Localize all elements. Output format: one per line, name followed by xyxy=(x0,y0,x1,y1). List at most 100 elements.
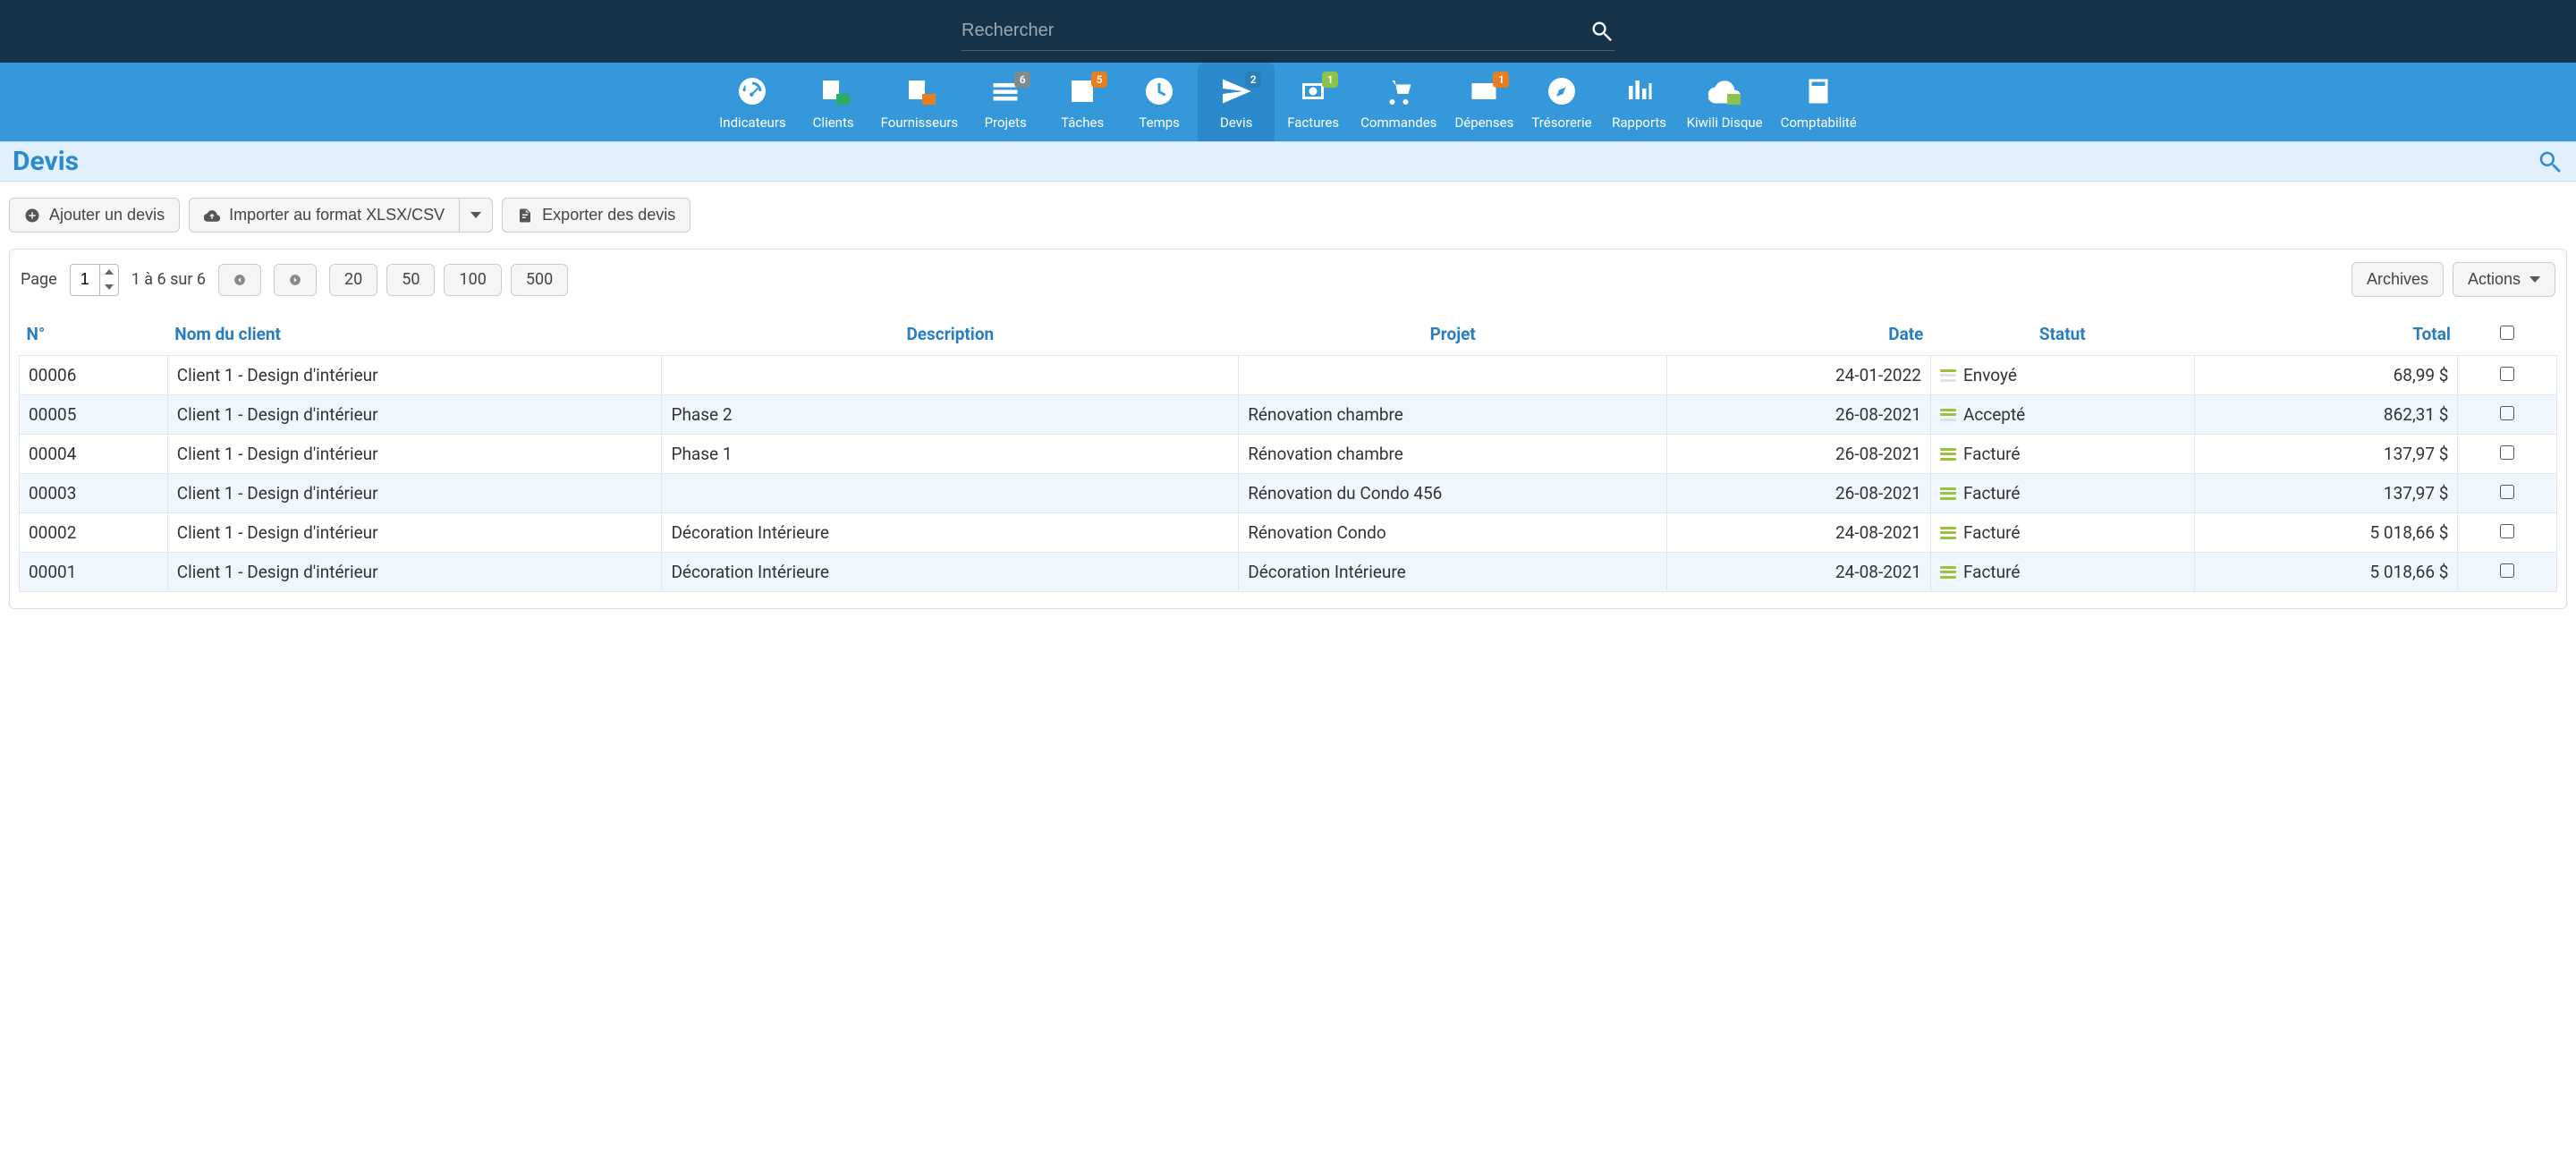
cell-status: Facturé xyxy=(1930,513,2194,553)
page-size-50[interactable]: 50 xyxy=(386,264,435,296)
cell-desc xyxy=(662,474,1239,513)
export-button[interactable]: Exporter des devis xyxy=(502,198,691,233)
status-bars-icon xyxy=(1940,527,1956,539)
table-row[interactable]: 00001Client 1 - Design d'intérieurDécora… xyxy=(20,553,2557,592)
page-label: Page xyxy=(21,270,57,289)
cell-total: 5 018,66 $ xyxy=(2194,513,2458,553)
nav-temps[interactable]: Temps xyxy=(1121,63,1198,141)
status-bars-icon xyxy=(1940,369,1956,382)
nav-compta[interactable]: Comptabilité xyxy=(1772,63,1866,141)
archives-button[interactable]: Archives xyxy=(2351,262,2444,297)
table-row[interactable]: 00002Client 1 - Design d'intérieurDécora… xyxy=(20,513,2557,553)
cell-projet: Rénovation chambre xyxy=(1239,395,1667,435)
page-size-100[interactable]: 100 xyxy=(444,264,501,296)
nav-label: Indicateurs xyxy=(719,114,785,131)
search-icon[interactable] xyxy=(1589,19,1614,44)
col-check-all[interactable] xyxy=(2458,313,2557,356)
nav-fournisseurs[interactable]: Fournisseurs xyxy=(872,63,968,141)
nav-commandes[interactable]: Commandes xyxy=(1352,63,1445,141)
compass-icon xyxy=(1546,75,1578,107)
col-projet[interactable]: Projet xyxy=(1239,313,1667,356)
checkbox-icon xyxy=(2500,485,2514,499)
nav-label: Devis xyxy=(1220,114,1252,131)
nav-kiwili[interactable]: Kiwili Disque xyxy=(1678,63,1772,141)
nav-label: Comptabilité xyxy=(1781,114,1857,131)
devis-table: N° Nom du client Description Projet Date… xyxy=(19,313,2557,592)
nav-clients[interactable]: Clients xyxy=(795,63,872,141)
nav-rapports[interactable]: Rapports xyxy=(1601,63,1678,141)
search-input[interactable] xyxy=(962,17,1589,45)
nav-label: Tâches xyxy=(1061,114,1104,131)
cell-checkbox[interactable] xyxy=(2458,513,2557,553)
nav-label: Factures xyxy=(1287,114,1339,131)
col-statut[interactable]: Statut xyxy=(1930,313,2194,356)
cell-status: Envoyé xyxy=(1930,356,2194,395)
add-devis-button[interactable]: Ajouter un devis xyxy=(9,198,180,233)
page-title: Devis xyxy=(13,146,79,177)
nav-tresorerie[interactable]: Trésorerie xyxy=(1522,63,1600,141)
page-up[interactable] xyxy=(100,265,118,280)
nav-label: Temps xyxy=(1139,114,1180,131)
checkbox-icon xyxy=(2500,406,2514,420)
page-size-20[interactable]: 20 xyxy=(329,264,377,296)
status-bars-icon xyxy=(1940,448,1956,461)
cell-projet: Rénovation du Condo 456 xyxy=(1239,474,1667,513)
cell-date: 24-08-2021 xyxy=(1667,553,1931,592)
cell-checkbox[interactable] xyxy=(2458,356,2557,395)
cell-total: 862,31 $ xyxy=(2194,395,2458,435)
cell-no: 00003 xyxy=(20,474,168,513)
cell-desc: Décoration Intérieure xyxy=(662,513,1239,553)
nav-label: Clients xyxy=(813,114,854,131)
cell-status: Facturé xyxy=(1930,553,2194,592)
page-input[interactable] xyxy=(71,265,99,294)
col-desc[interactable]: Description xyxy=(662,313,1239,356)
table-row[interactable]: 00005Client 1 - Design d'intérieurPhase … xyxy=(20,395,2557,435)
nav-devis[interactable]: 2Devis xyxy=(1198,63,1275,141)
cell-date: 24-01-2022 xyxy=(1667,356,1931,395)
cell-client: Client 1 - Design d'intérieur xyxy=(167,395,662,435)
cell-total: 5 018,66 $ xyxy=(2194,553,2458,592)
page-size-500[interactable]: 500 xyxy=(511,264,568,296)
nav-projets[interactable]: 6Projets xyxy=(967,63,1044,141)
cell-projet: Rénovation Condo xyxy=(1239,513,1667,553)
col-date[interactable]: Date xyxy=(1667,313,1931,356)
import-button-group: Importer au format XLSX/CSV xyxy=(189,198,493,233)
nav-indicateurs[interactable]: Indicateurs xyxy=(710,63,794,141)
checkbox-icon xyxy=(2500,563,2514,578)
table-row[interactable]: 00004Client 1 - Design d'intérieurPhase … xyxy=(20,435,2557,474)
page-search-icon[interactable] xyxy=(2537,148,2563,175)
import-dropdown-toggle[interactable] xyxy=(460,198,493,233)
content-box: Page 1 à 6 sur 6 2050100500 Archives Act… xyxy=(9,249,2567,609)
cell-checkbox[interactable] xyxy=(2458,474,2557,513)
table-row[interactable]: 00006Client 1 - Design d'intérieur24-01-… xyxy=(20,356,2557,395)
actions-dropdown[interactable]: Actions xyxy=(2453,262,2555,297)
import-button[interactable]: Importer au format XLSX/CSV xyxy=(189,198,460,233)
cell-client: Client 1 - Design d'intérieur xyxy=(167,553,662,592)
global-search xyxy=(962,12,1614,51)
page-prev[interactable] xyxy=(218,264,261,296)
cell-no: 00002 xyxy=(20,513,168,553)
status-text: Facturé xyxy=(1963,444,2021,464)
page-next[interactable] xyxy=(274,264,317,296)
page-stepper[interactable] xyxy=(70,264,119,296)
cell-desc: Phase 1 xyxy=(662,435,1239,474)
page-header: Devis xyxy=(0,141,2576,182)
cell-checkbox[interactable] xyxy=(2458,395,2557,435)
nav-badge: 5 xyxy=(1091,72,1107,88)
cell-desc xyxy=(662,356,1239,395)
cell-checkbox[interactable] xyxy=(2458,553,2557,592)
cell-desc: Phase 2 xyxy=(662,395,1239,435)
nav-depenses[interactable]: 1Dépenses xyxy=(1445,63,1522,141)
col-total[interactable]: Total xyxy=(2194,313,2458,356)
table-row[interactable]: 00003Client 1 - Design d'intérieur Rénova… xyxy=(20,474,2557,513)
col-client[interactable]: Nom du client xyxy=(167,313,662,356)
nav-factures[interactable]: 1Factures xyxy=(1275,63,1352,141)
col-no[interactable]: N° xyxy=(20,313,168,356)
cell-checkbox[interactable] xyxy=(2458,435,2557,474)
nav-taches[interactable]: 5 Tâches xyxy=(1044,63,1121,141)
cell-status: Facturé xyxy=(1930,435,2194,474)
nav-label: Projets xyxy=(985,114,1027,131)
page-down[interactable] xyxy=(100,280,118,295)
cell-client: Client 1 - Design d'intérieur xyxy=(167,474,662,513)
cell-status: Facturé xyxy=(1930,474,2194,513)
